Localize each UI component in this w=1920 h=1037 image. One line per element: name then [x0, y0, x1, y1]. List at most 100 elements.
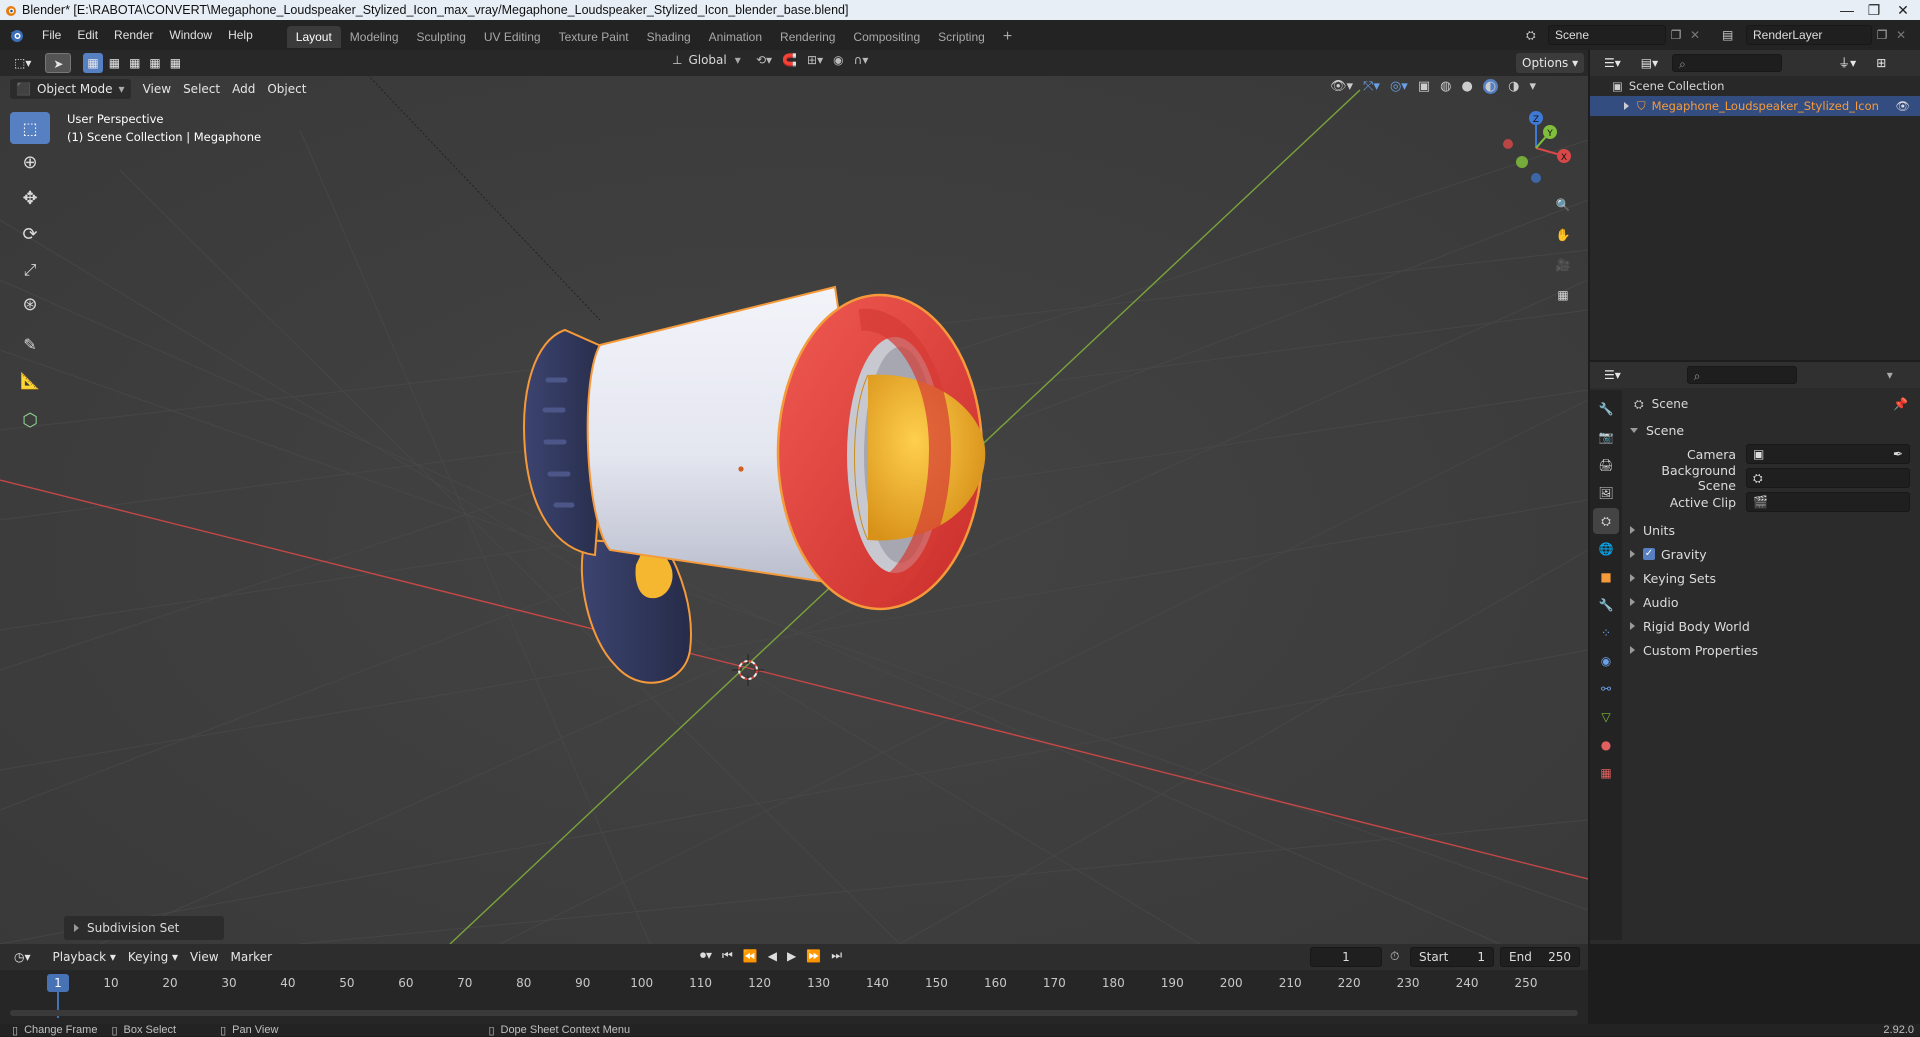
timeline-menu-marker[interactable]: Marker	[225, 947, 278, 967]
rendered-shading-icon[interactable]: ◑	[1508, 79, 1519, 94]
close-window-button[interactable]: ✕	[1886, 0, 1920, 20]
scene-panel-header[interactable]: Scene	[1626, 418, 1916, 442]
timeline-scrollbar[interactable]	[10, 1010, 1578, 1016]
tool-measure[interactable]: 📐	[10, 364, 50, 396]
visibility-icon[interactable]: 👁▾	[1330, 79, 1353, 94]
tab-scripting[interactable]: Scripting	[929, 26, 994, 48]
constraints-tab-icon[interactable]: ⚯	[1593, 676, 1619, 702]
particles-tab-icon[interactable]: ⁘	[1593, 620, 1619, 646]
rigid-body-world-panel-header[interactable]: Rigid Body World	[1626, 614, 1916, 638]
new-collection-icon[interactable]: ⊞	[1870, 53, 1892, 73]
transform-orientation[interactable]: ⊥ Global ▾	[672, 53, 741, 67]
playhead-marker[interactable]: 1	[47, 974, 69, 992]
end-frame-field[interactable]: End 250	[1500, 947, 1580, 967]
tab-rendering[interactable]: Rendering	[771, 26, 844, 48]
output-tab-icon[interactable]: 🖨	[1593, 452, 1619, 478]
texture-tab-icon[interactable]: ▦	[1593, 760, 1619, 786]
pan-view-icon[interactable]: ✋	[1550, 222, 1576, 248]
render-tab-icon[interactable]: 📷	[1593, 424, 1619, 450]
timeline-menu-playback[interactable]: Playback ▾	[47, 947, 122, 967]
tool-select-box[interactable]: ⬚	[10, 112, 50, 144]
zoom-view-icon[interactable]: 🔍	[1550, 192, 1576, 218]
pin-icon[interactable]: 📌	[1893, 397, 1908, 411]
menu-help[interactable]: Help	[220, 20, 261, 50]
scene-field[interactable]: Scene	[1548, 25, 1666, 45]
properties-search-input[interactable]: ⌕	[1686, 366, 1797, 384]
eyedropper-icon[interactable]: ✒	[1893, 445, 1903, 463]
prev-keyframe-icon[interactable]: ⏪	[743, 949, 758, 963]
select-invert-icon[interactable]: ▦	[146, 53, 163, 73]
object-tab-icon[interactable]: ■	[1593, 564, 1619, 590]
tab-animation[interactable]: Animation	[700, 26, 771, 48]
start-frame-field[interactable]: Start 1	[1410, 947, 1494, 967]
tab-shading[interactable]: Shading	[638, 26, 700, 48]
falloff-icon[interactable]: ∩▾	[854, 53, 869, 67]
new-view-layer-icon[interactable]: ❐	[1872, 28, 1892, 42]
snap-toggle-icon[interactable]: 🧲	[782, 53, 797, 67]
tab-compositing[interactable]: Compositing	[844, 26, 929, 48]
gizmo-toggle-icon[interactable]: ⤧▾	[1363, 79, 1380, 94]
tool-annotate[interactable]: ✎	[10, 328, 50, 360]
menu-window[interactable]: Window	[161, 20, 220, 50]
tab-modeling[interactable]: Modeling	[341, 26, 408, 48]
tool-scale[interactable]: ⤢	[10, 254, 50, 286]
tab-layout[interactable]: Layout	[286, 26, 341, 48]
blender-menu-icon[interactable]	[0, 20, 34, 50]
play-reverse-icon[interactable]: ◀	[768, 949, 777, 963]
outliner-item-megaphone[interactable]: ⛉ Megaphone_Loudspeaker_Stylized_Icon 👁	[1590, 96, 1920, 116]
view-layer-tab-icon[interactable]: 🖼	[1593, 480, 1619, 506]
properties-editor-type-icon[interactable]: ☰▾	[1598, 365, 1627, 385]
ortho-toggle-icon[interactable]: ▦	[1550, 282, 1576, 308]
camera-view-icon[interactable]: 🎥	[1550, 252, 1576, 278]
timeline-menu-view[interactable]: View	[184, 947, 224, 967]
expand-arrow-icon[interactable]	[1624, 102, 1629, 110]
outliner-search-input[interactable]: ⌕	[1672, 54, 1783, 72]
tool-rotate[interactable]: ⟳	[10, 218, 50, 250]
custom-properties-panel-header[interactable]: Custom Properties	[1626, 638, 1916, 662]
camera-field[interactable]: ▣ ✒	[1746, 444, 1910, 464]
solid-shading-icon[interactable]: ●	[1461, 79, 1472, 94]
outliner-root-row[interactable]: ▣ Scene Collection	[1590, 76, 1920, 96]
gravity-panel-header[interactable]: ✓ Gravity	[1626, 542, 1916, 566]
audio-panel-header[interactable]: Audio	[1626, 590, 1916, 614]
play-icon[interactable]: ▶	[787, 949, 796, 963]
delete-scene-icon[interactable]: ✕	[1686, 28, 1704, 42]
menu-file[interactable]: File	[34, 20, 69, 50]
material-preview-shading-icon[interactable]: ◐	[1482, 79, 1499, 94]
xray-toggle-icon[interactable]: ▣	[1418, 79, 1430, 94]
timeline-editor-type-icon[interactable]: ◷▾	[8, 947, 37, 967]
wireframe-shading-icon[interactable]: ◍	[1440, 79, 1451, 94]
overlay-toggle-icon[interactable]: ◎▾	[1390, 79, 1408, 94]
select-intersect-icon[interactable]: ▦	[167, 53, 184, 73]
new-scene-icon[interactable]: ❐	[1666, 28, 1686, 42]
outliner-editor-type-icon[interactable]: ☰▾	[1598, 53, 1627, 73]
current-frame-field[interactable]: 1	[1310, 947, 1382, 967]
tool-add-cube[interactable]: ⬡	[10, 404, 50, 436]
next-keyframe-icon[interactable]: ⏩	[806, 949, 821, 963]
active-clip-field[interactable]: 🎬	[1746, 492, 1910, 512]
keying-sets-panel-header[interactable]: Keying Sets	[1626, 566, 1916, 590]
select-tool-icon[interactable]: ➤	[45, 53, 72, 73]
tool-tab-icon[interactable]: 🔧	[1593, 396, 1619, 422]
menu-render[interactable]: Render	[106, 20, 161, 50]
delete-view-layer-icon[interactable]: ✕	[1892, 28, 1910, 42]
tool-transform[interactable]: ⊛	[10, 288, 50, 320]
tool-move[interactable]: ✥	[10, 182, 50, 214]
tab-sculpting[interactable]: Sculpting	[408, 26, 475, 48]
pivot-point-icon[interactable]: ⟲▾	[756, 53, 772, 67]
add-workspace-button[interactable]: +	[994, 26, 1021, 48]
modifier-tab-icon[interactable]: 🔧	[1593, 592, 1619, 618]
background-scene-field[interactable]: ⛭	[1746, 468, 1910, 488]
physics-tab-icon[interactable]: ◉	[1593, 648, 1619, 674]
navigation-gizmo[interactable]: Z X Y	[1496, 108, 1576, 188]
last-operator-panel[interactable]: Subdivision Set	[64, 916, 224, 940]
display-mode-icon[interactable]: ▤▾	[1635, 53, 1664, 73]
timeline-ruler[interactable]: 10 20 30 40 50 60 70 80 90 100 110 120 130 140 150 160 1…	[0, 970, 1588, 1024]
viewport-menu-view[interactable]: View	[137, 79, 177, 99]
data-tab-icon[interactable]: ▽	[1593, 704, 1619, 730]
record-icon[interactable]: ⏺▾	[700, 948, 712, 963]
preview-range-icon[interactable]: ⏱	[1390, 949, 1399, 964]
proportional-edit-icon[interactable]: ◉	[833, 53, 843, 67]
tool-cursor[interactable]: ⊕	[10, 146, 50, 178]
viewport-menu-select[interactable]: Select	[177, 79, 226, 99]
